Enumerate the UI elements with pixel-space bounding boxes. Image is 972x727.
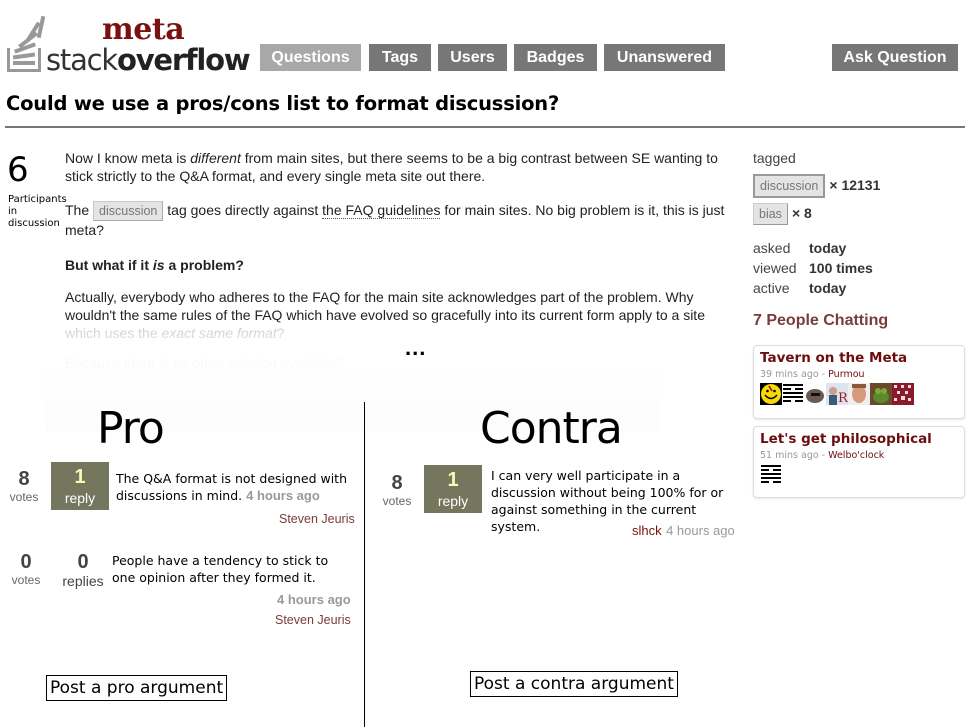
pro-arg-2-votes: 0 votes (11, 551, 41, 587)
stack-logo-icon (7, 15, 46, 72)
question-paragraph-1: Now I know meta is different from main s… (65, 150, 718, 184)
logo-meta-text: meta (102, 12, 185, 47)
sidebar-tag-row: bias × 8 (753, 203, 812, 225)
rx-avatar-icon[interactable]: R (826, 383, 848, 405)
nav-users[interactable]: Users (438, 44, 507, 71)
contra-arg-1-replies[interactable]: 1 reply (424, 465, 482, 513)
pro-contra-divider (364, 402, 365, 727)
chat-room-meta: 39 mins ago - Purmou (760, 369, 865, 380)
post-pro-argument-button[interactable]: Post a pro argument (46, 675, 228, 701)
sidebar-tag-bias[interactable]: bias (753, 203, 788, 225)
pro-arg-1-votes: 8 votes (9, 468, 39, 504)
nav-unanswered[interactable]: Unanswered (604, 44, 725, 71)
stat-active: active today (753, 280, 847, 296)
chat-room-card[interactable]: Tavern on the Meta 39 mins ago - Purmou … (753, 345, 965, 419)
stat-asked: asked today (753, 240, 847, 256)
chat-room-name[interactable]: Let's get philosophical (760, 431, 958, 447)
contra-arg-1-author[interactable]: slhck (632, 523, 662, 538)
logo-stackoverflow-text: stackoverflow (46, 43, 251, 77)
pattern-avatar-icon[interactable] (892, 383, 914, 405)
participants-label: Participants in discussion (8, 194, 67, 229)
pro-arg-1-time: 4 hours ago (246, 488, 320, 503)
chat-avatars: R (760, 383, 958, 405)
people-chatting-heading[interactable]: 7 People Chatting (753, 312, 888, 330)
svg-text:R: R (838, 391, 848, 405)
pro-arg-1-replies[interactable]: 1 reply (51, 462, 109, 510)
participants-count: 6 (7, 150, 29, 190)
hexagram-avatar-icon[interactable] (760, 464, 782, 486)
site-logo[interactable]: meta stackoverflow (4, 8, 251, 77)
nav-tags[interactable]: Tags (369, 44, 431, 71)
pro-arg-1-author[interactable]: Steven Jeuris (279, 512, 355, 526)
discussion-tag[interactable]: discussion (93, 201, 164, 221)
pro-arg-1-text[interactable]: The Q&A format is not designed with disc… (116, 470, 361, 504)
pro-heading: Pro (97, 403, 165, 454)
chat-room-meta: 51 mins ago - Welbo'clock (760, 450, 885, 461)
page-title[interactable]: Could we use a pros/cons list to format … (6, 92, 559, 115)
ellipsis[interactable]: ... (405, 335, 426, 361)
chat-room-user[interactable]: Purmou (828, 369, 864, 380)
pro-arg-2-replies[interactable]: 0 replies (58, 551, 108, 589)
pro-arg-2-text[interactable]: People have a tendency to stick to one o… (112, 552, 352, 586)
sunglasses-avatar-icon[interactable] (804, 383, 826, 405)
sidebar-tag-discussion[interactable]: discussion (753, 174, 826, 198)
nav-questions[interactable]: Questions (260, 44, 361, 71)
stat-viewed: viewed 100 times (753, 260, 873, 276)
tag-count: × 12131 (829, 177, 881, 193)
tagged-label: tagged (753, 150, 796, 166)
smiley-avatar-icon[interactable] (760, 383, 782, 405)
ask-question-button[interactable]: Ask Question (832, 44, 958, 71)
nav-badges[interactable]: Badges (514, 44, 597, 71)
hexagram-avatar-icon[interactable] (782, 383, 804, 405)
kermit-avatar-icon[interactable] (870, 383, 892, 405)
question-paragraph-2: The discussion tag goes directly against… (65, 201, 725, 238)
tag-count: × 8 (791, 205, 812, 221)
title-divider (5, 126, 965, 128)
chat-avatars (760, 464, 958, 486)
contra-heading: Contra (480, 403, 623, 454)
face-avatar-icon[interactable] (848, 383, 870, 405)
chat-room-name[interactable]: Tavern on the Meta (760, 350, 958, 366)
contra-arg-1-meta: slhck 4 hours ago (632, 522, 735, 540)
sidebar-tag-row: discussion × 12131 (753, 174, 880, 198)
contra-arg-1-votes: 8 votes (382, 472, 412, 508)
question-paragraph-3: But what if it is a problem? (65, 257, 244, 273)
chat-room-card[interactable]: Let's get philosophical 51 mins ago - We… (753, 426, 965, 498)
chat-room-user[interactable]: Welbo'clock (828, 450, 884, 461)
faq-guidelines-link[interactable]: the FAQ guidelines (322, 202, 441, 219)
pro-arg-2-author[interactable]: Steven Jeuris (275, 613, 351, 627)
post-contra-argument-button[interactable]: Post a contra argument (470, 671, 678, 697)
pro-arg-2-time: 4 hours ago (277, 592, 351, 607)
contra-arg-1-time: 4 hours ago (666, 523, 735, 538)
